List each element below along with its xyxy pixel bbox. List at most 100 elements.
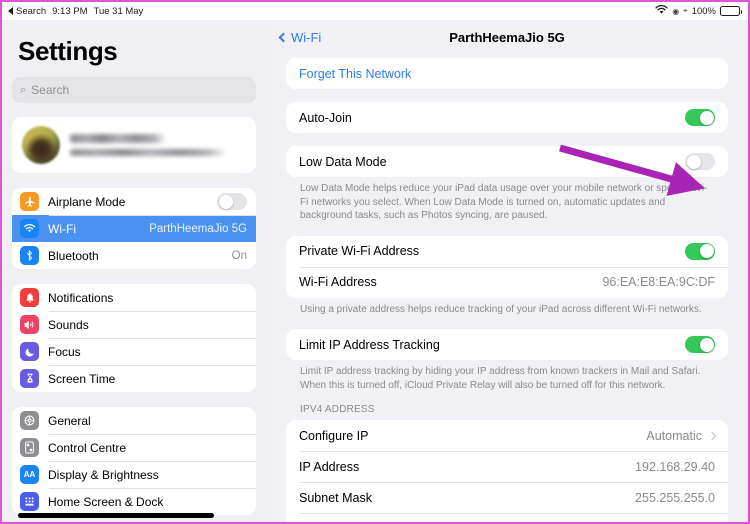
subnet-mask-value: 255.255.255.0: [635, 490, 715, 505]
back-label: Wi-Fi: [291, 29, 322, 45]
sidebar-item-label: Sounds: [48, 317, 89, 332]
focus-moon-icon: [20, 342, 39, 361]
router-value: 192.168.29.1: [642, 522, 715, 523]
location-icon: ◉: [672, 6, 680, 16]
low-data-mode-row[interactable]: Low Data Mode: [286, 146, 728, 177]
wifi-icon: [655, 4, 668, 18]
detail-nav-bar: Wi-Fi ParthHeemaJio 5G: [266, 20, 748, 54]
ip-address-label: IP Address: [299, 459, 360, 474]
wifi-address-row: Wi-Fi Address 96:EA:E8:EA:9C:DF: [286, 266, 728, 298]
back-to-wifi-button[interactable]: Wi-Fi: [278, 29, 322, 45]
auto-join-toggle[interactable]: [685, 109, 715, 126]
configure-ip-value: Automatic: [646, 428, 702, 443]
sidebar-item-home-screen-dock[interactable]: Home Screen & Dock: [12, 488, 256, 515]
sidebar-item-wifi[interactable]: Wi-Fi ParthHeemaJio 5G: [12, 215, 256, 242]
profile-name-blurred: [70, 134, 166, 143]
low-data-mode-toggle[interactable]: [685, 153, 715, 170]
airplane-icon: [20, 192, 39, 211]
sidebar-item-control-centre[interactable]: Control Centre: [12, 434, 256, 461]
screen-time-hourglass-icon: [20, 369, 39, 388]
search-placeholder: Search: [31, 83, 70, 97]
subnet-mask-label: Subnet Mask: [299, 490, 372, 505]
low-data-mode-label: Low Data Mode: [299, 154, 387, 169]
low-data-mode-footnote: Low Data Mode helps reduce your iPad dat…: [300, 183, 708, 221]
limit-ip-tracking-toggle[interactable]: [685, 336, 715, 353]
limit-ip-tracking-footnote: Limit IP address tracking by hiding your…: [300, 366, 701, 391]
profile-subtitle-blurred: [70, 149, 225, 156]
back-caret-icon[interactable]: [8, 7, 13, 15]
sidebar-item-label: Display & Brightness: [48, 467, 159, 482]
detail-scroll-area: Forget This Network Auto-Join Low Data M…: [266, 54, 748, 522]
private-wifi-footnote: Using a private address helps reduce tra…: [300, 303, 702, 315]
sidebar-item-label: Screen Time: [48, 371, 116, 386]
ip-address-row: IP Address 192.168.29.40: [286, 451, 728, 482]
airplane-mode-toggle[interactable]: [217, 193, 247, 210]
settings-sidebar: Settings ⌕ Search Airplane Mode Wi-Fi Pa…: [2, 20, 266, 522]
status-bar-right: ◉ ⌖ 100%: [655, 4, 742, 18]
battery-icon: [720, 6, 742, 16]
home-indicator: [18, 513, 214, 518]
private-wifi-toggle[interactable]: [685, 242, 715, 260]
ip-address-value: 192.168.29.40: [635, 459, 715, 474]
apple-id-profile-card[interactable]: [12, 117, 256, 173]
search-icon: ⌕: [20, 83, 27, 96]
low-data-mode-card: Low Data Mode: [286, 146, 728, 177]
sidebar-item-label: Home Screen & Dock: [48, 494, 164, 509]
router-label: Router: [299, 522, 642, 523]
battery-percent: 100%: [691, 5, 716, 17]
search-input[interactable]: ⌕ Search: [12, 77, 256, 103]
wifi-address-value: 96:EA:E8:EA:9C:DF: [602, 275, 715, 289]
gear-icon: [20, 411, 39, 430]
sounds-speaker-icon: [20, 315, 39, 334]
profile-text: [70, 134, 246, 156]
limit-ip-tracking-card: Limit IP Address Tracking: [286, 329, 728, 360]
sidebar-item-label: Notifications: [48, 290, 114, 305]
status-time: 9:13 PM: [52, 5, 88, 17]
bluetooth-icon: [20, 246, 39, 265]
notifications-bell-icon: [20, 288, 39, 307]
subnet-mask-row: Subnet Mask 255.255.255.0: [286, 482, 728, 513]
configure-ip-row[interactable]: Configure IP Automatic: [286, 420, 728, 451]
ipad-settings-screenshot: Search 9:13 PM Tue 31 May ◉ ⌖ 100% Setti…: [0, 0, 750, 524]
configure-ip-label: Configure IP: [299, 428, 369, 443]
forget-this-network-button[interactable]: Forget This Network: [286, 58, 728, 89]
detail-title: ParthHeemaJio 5G: [449, 29, 565, 45]
ipv4-section-header: IPV4 ADDRESS: [300, 404, 375, 415]
sidebar-item-bluetooth[interactable]: Bluetooth On: [12, 242, 256, 269]
orientation-lock-icon: ⌖: [683, 6, 688, 15]
home-screen-dock-icon: [20, 492, 39, 511]
status-bar-left: Search 9:13 PM Tue 31 May: [8, 6, 143, 17]
sidebar-item-sounds[interactable]: Sounds: [12, 311, 256, 338]
limit-ip-tracking-row[interactable]: Limit IP Address Tracking: [286, 329, 728, 360]
auto-join-label: Auto-Join: [299, 110, 352, 125]
private-wifi-address-row[interactable]: Private Wi-Fi Address: [286, 236, 728, 267]
control-centre-icon: [20, 438, 39, 457]
sidebar-item-focus[interactable]: Focus: [12, 338, 256, 365]
auto-join-row[interactable]: Auto-Join: [286, 102, 728, 133]
sidebar-item-label: Bluetooth: [48, 248, 99, 263]
chevron-right-icon: [707, 431, 717, 440]
sidebar-item-general[interactable]: General: [12, 407, 256, 434]
wifi-detail-panel: Wi-Fi ParthHeemaJio 5G Forget This Netwo…: [266, 20, 748, 522]
sidebar-item-label: Wi-Fi: [48, 221, 76, 236]
forget-network-card: Forget This Network: [286, 58, 728, 89]
sidebar-item-display-brightness[interactable]: AA Display & Brightness: [12, 461, 256, 488]
sidebar-item-notifications[interactable]: Notifications: [12, 284, 256, 311]
chevron-left-icon: [278, 32, 289, 42]
sidebar-item-label: Control Centre: [48, 440, 127, 455]
display-brightness-icon: AA: [20, 465, 39, 484]
ipv4-card: Configure IP Automatic IP Address 192.16…: [286, 420, 728, 522]
router-row: Router 192.168.29.1: [286, 513, 728, 522]
status-date: Tue 31 May: [93, 5, 144, 17]
status-back-label[interactable]: Search: [16, 6, 46, 17]
sidebar-item-screen-time[interactable]: Screen Time: [12, 365, 256, 392]
wifi-icon: [20, 219, 39, 238]
sidebar-item-label: Focus: [48, 344, 81, 359]
wifi-address-label: Wi-Fi Address: [299, 275, 377, 289]
page-title: Settings: [18, 36, 118, 66]
sidebar-item-airplane-mode[interactable]: Airplane Mode: [12, 188, 256, 215]
sidebar-group-system: General Control Centre AA Display & Brig…: [12, 407, 256, 515]
sidebar-group-alerts: Notifications Sounds Focus Screen Time: [12, 284, 256, 392]
auto-join-card: Auto-Join: [286, 102, 728, 133]
private-wifi-label: Private Wi-Fi Address: [299, 244, 420, 258]
